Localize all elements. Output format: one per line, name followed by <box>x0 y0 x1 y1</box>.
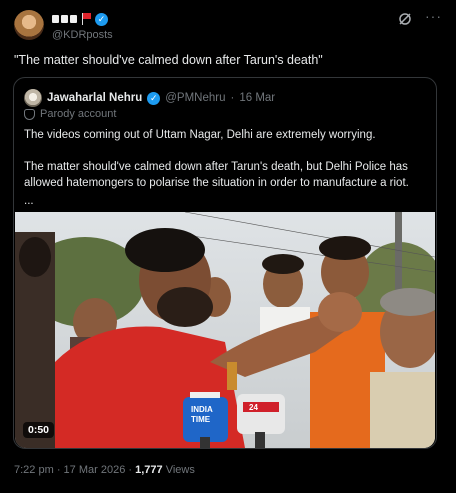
parody-mask-icon <box>24 108 35 120</box>
verified-badge-icon: ✓ <box>147 91 161 105</box>
more-icon[interactable]: ··· <box>425 8 442 24</box>
quote-author-name[interactable]: Jawaharlal Nehru <box>47 92 142 104</box>
meta-separator-2: · <box>128 464 133 476</box>
author-avatar[interactable] <box>14 10 44 40</box>
video-frame: INDIA TIME 24 <box>15 212 435 448</box>
mic-label-3: 24 <box>249 403 258 412</box>
quote-separator: · <box>230 92 235 104</box>
verified-badge-icon: ✓ <box>95 12 108 26</box>
quote-ellipsis: ... <box>24 195 34 207</box>
tweet-date[interactable]: 17 Mar 2026 <box>64 464 126 476</box>
author-name-glyphs <box>52 15 77 23</box>
video-duration: 0:50 <box>23 422 55 438</box>
mic-label-2: TIME <box>191 415 211 424</box>
parody-label-text: Parody account <box>40 108 117 120</box>
quoted-tweet[interactable]: Jawaharlal Nehru ✓ @PMNehru · 16 Mar Par… <box>13 77 437 449</box>
quote-text: The videos coming out of Uttam Nagar, De… <box>24 127 428 209</box>
views-count: 1,777 <box>135 464 163 476</box>
tweet: ✓ @KDRposts ··· "The matter should've ca… <box>0 0 456 493</box>
quote-header: Jawaharlal Nehru ✓ @PMNehru · 16 Mar <box>24 89 275 107</box>
views-label: Views <box>165 464 195 476</box>
grok-icon[interactable] <box>398 12 412 26</box>
tweet-meta: 7:22 pm · 17 Mar 2026 · 1,777 Views <box>14 464 195 476</box>
author-name[interactable]: ✓ <box>52 11 108 27</box>
author-handle[interactable]: @KDRposts <box>52 29 113 41</box>
quote-avatar[interactable] <box>24 89 42 107</box>
quote-handle[interactable]: @PMNehru <box>165 92 225 104</box>
parody-label: Parody account <box>24 108 116 120</box>
tweet-time[interactable]: 7:22 pm <box>14 464 54 476</box>
quote-paragraph-1: The videos coming out of Uttam Nagar, De… <box>24 129 376 141</box>
mic-label-1: INDIA <box>191 405 213 414</box>
tweet-text: "The matter should've calmed down after … <box>14 53 323 67</box>
tweet-header: ✓ @KDRposts ··· <box>14 8 442 48</box>
meta-separator-1: · <box>56 464 61 476</box>
quote-date[interactable]: 16 Mar <box>239 92 275 104</box>
video-player[interactable]: INDIA TIME 24 0:50 <box>15 212 435 448</box>
flag-icon <box>81 13 91 25</box>
quote-paragraph-2: The matter should've calmed down after T… <box>24 161 409 189</box>
